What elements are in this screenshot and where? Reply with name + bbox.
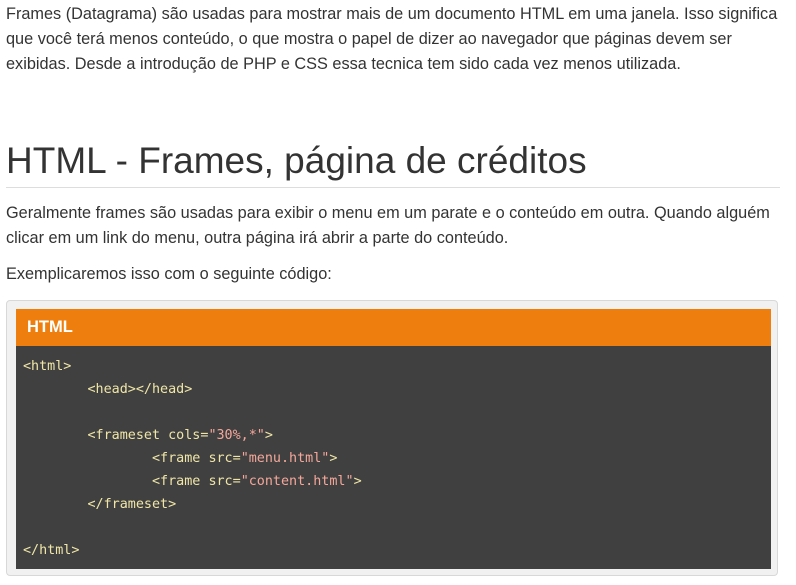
section-heading: HTML - Frames, página de créditos <box>6 136 780 188</box>
code-line: <frameset cols="30%,*"> <box>23 424 771 447</box>
code-attribute: src= <box>208 451 241 466</box>
code-line: <html> <box>23 355 771 378</box>
code-tag: <frame <box>152 451 209 466</box>
code-tag: > <box>264 428 273 443</box>
code-tag: <frameset <box>87 428 169 443</box>
code-block[interactable]: <html> <head></head> <frameset cols="30%… <box>16 346 771 569</box>
code-language-label: HTML <box>16 309 771 346</box>
code-tag: <head></head> <box>87 382 193 397</box>
code-line: <frame src="content.html"> <box>23 470 771 493</box>
body-paragraph: Geralmente frames são usadas para exibir… <box>6 204 770 247</box>
code-tag: <frame <box>152 474 209 489</box>
intro-paragraph: Frames (Datagrama) são usadas para mostr… <box>6 5 778 73</box>
code-tag: > <box>329 451 338 466</box>
code-line: <head></head> <box>23 378 771 401</box>
code-tag: <html> <box>23 359 72 374</box>
code-line: <frame src="menu.html"> <box>23 447 771 470</box>
code-string: "menu.html" <box>240 451 330 466</box>
code-string: "content.html" <box>240 474 354 489</box>
code-example-box: HTML <html> <head></head> <frameset cols… <box>6 300 778 576</box>
code-tag: > <box>353 474 362 489</box>
example-intro-paragraph: Exemplicaremos isso com o seguinte códig… <box>6 265 332 283</box>
code-tag: </frameset> <box>87 497 177 512</box>
code-line: </html> <box>23 539 771 562</box>
code-tag: </html> <box>23 543 80 558</box>
code-line: </frameset> <box>23 493 771 516</box>
code-string: "30%,*" <box>208 428 265 443</box>
code-attribute: cols= <box>168 428 209 443</box>
code-attribute: src= <box>208 474 241 489</box>
